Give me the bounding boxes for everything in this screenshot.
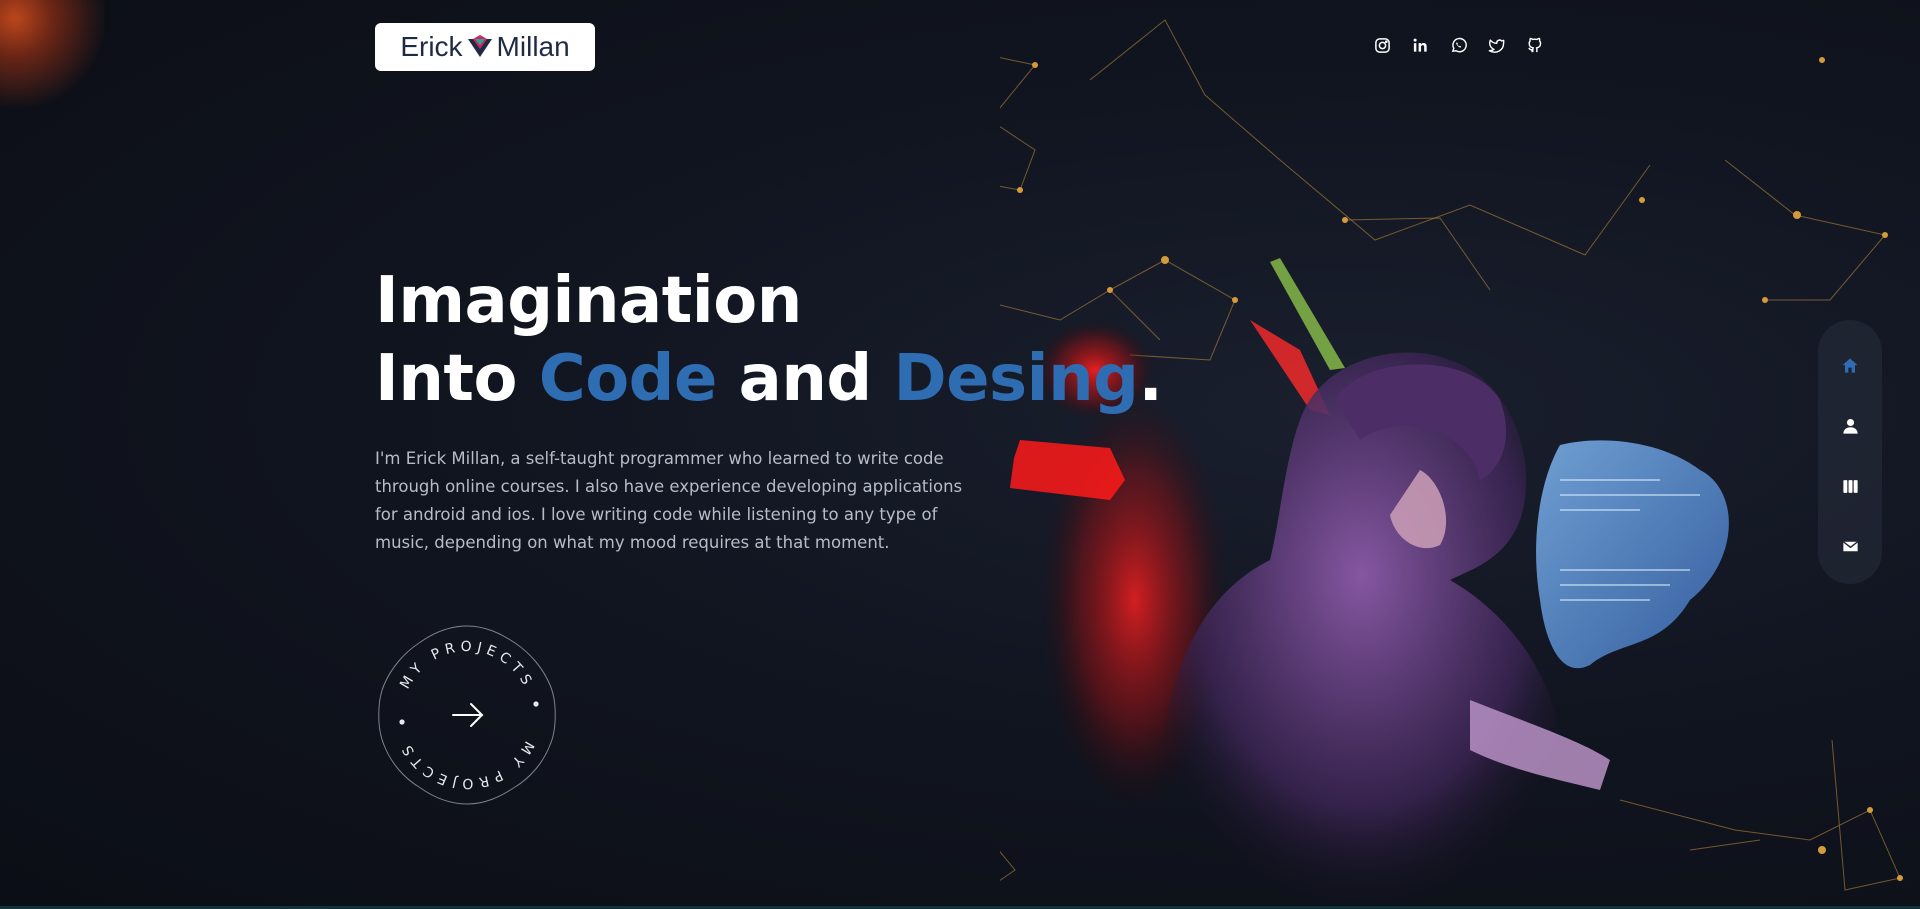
hero-description: I'm Erick Millan, a self-taught programm…	[375, 449, 963, 552]
logo-last-name: Millan	[496, 31, 570, 62]
paint-splash	[0, 0, 120, 130]
instagram-icon[interactable]	[1373, 36, 1391, 54]
site-logo[interactable]: Erick Millan	[375, 23, 595, 71]
svg-text:MY PROJECTS: MY PROJECTS	[397, 738, 537, 791]
hero-word-code: Code	[538, 342, 718, 416]
svg-text:MY PROJECTS: MY PROJECTS	[397, 639, 537, 692]
badge-label-top: MY PROJECTS	[397, 639, 532, 692]
logo-mark-icon	[465, 33, 495, 61]
linkedin-icon[interactable]	[1411, 36, 1429, 54]
logo-first-name: Erick	[400, 31, 463, 62]
hero-line2-and: and	[716, 342, 894, 416]
hero-line2-into: Into	[375, 342, 539, 416]
my-projects-button[interactable]: MY PROJECTS MY PROJECTS	[375, 623, 559, 807]
hero-period: .	[1138, 342, 1163, 416]
side-navigation	[1818, 320, 1882, 584]
network-nodes	[1017, 57, 1903, 881]
github-icon[interactable]	[1525, 36, 1543, 54]
hero-line1: Imagination	[375, 264, 802, 338]
arrow-right-icon	[452, 703, 484, 727]
mail-icon[interactable]	[1838, 534, 1862, 558]
whatsapp-icon[interactable]	[1449, 36, 1467, 54]
user-icon[interactable]	[1838, 414, 1862, 438]
hero-artwork	[1000, 19, 1903, 909]
projects-icon[interactable]	[1838, 474, 1862, 498]
network-lines	[1000, 19, 1901, 891]
home-icon[interactable]	[1838, 354, 1862, 378]
badge-label-bottom: MY PROJECTS	[397, 738, 532, 791]
twitter-icon[interactable]	[1487, 36, 1505, 54]
hero-heading: Imagination Into Code and Desing.	[375, 262, 1163, 418]
social-links	[1373, 36, 1543, 54]
hero-word-desing: Desing	[893, 342, 1139, 416]
